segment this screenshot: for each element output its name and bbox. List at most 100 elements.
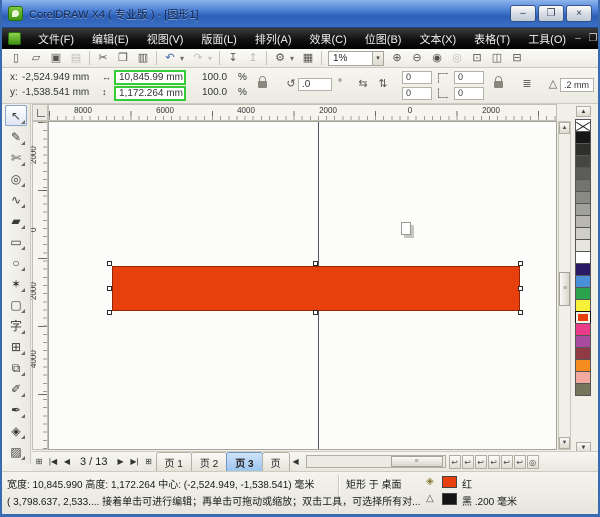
zoom-page-width-icon[interactable]: ◫ [487,50,507,66]
corner-lock-icon[interactable] [494,76,503,88]
horizontal-scroll-thumb[interactable]: ≡ [390,456,443,467]
horizontal-ruler[interactable]: 8000 6000 4000 2000 0 2000 [48,104,557,121]
zoom-out-icon[interactable]: ⊖ [407,50,427,66]
menu-item[interactable]: 排列(A) [246,29,301,49]
save-icon[interactable]: ▣ [46,50,66,66]
tool-zoom[interactable]: ◎ [5,168,27,189]
doc-minimize-button[interactable]: – [575,33,581,44]
tool-text[interactable]: 字 [5,315,27,336]
curl-button-icon[interactable]: ↩ [474,454,487,469]
corner-radius-tl-field[interactable]: 0 [402,71,432,84]
menu-item[interactable]: 编辑(E) [83,29,138,49]
tool-ellipse[interactable]: ○ [5,252,27,273]
export-icon[interactable]: ↥ [243,50,263,66]
menu-item[interactable]: 文本(X) [410,29,465,49]
copy-icon[interactable]: ❐ [113,50,133,66]
tool-freehand[interactable]: ∿ [5,189,27,210]
color-swatch[interactable] [575,383,591,396]
scroll-down-icon[interactable]: ▼ [559,437,570,449]
zoom-page-icon[interactable]: ⊡ [467,50,487,66]
scale-lock-icon[interactable] [258,76,267,88]
import-icon[interactable]: ↧ [223,50,243,66]
corner-radius-tr-field[interactable]: 0 [454,71,484,84]
outline-width-field[interactable]: .2 mm [560,78,594,92]
ruler-origin[interactable] [32,104,48,121]
vertical-scroll-thumb[interactable]: ≡ [559,272,570,306]
tool-smart-fill[interactable]: ▰ [5,210,27,231]
zoom-all-icon[interactable]: ◎ [447,50,467,66]
redo-icon[interactable]: ↷ [188,50,208,66]
cut-icon[interactable]: ✂ [93,50,113,66]
tab-scroll-left-icon[interactable]: ◀ [289,454,303,469]
redo-dropdown-icon[interactable]: ▾ [208,54,216,63]
first-page-icon[interactable]: |◀ [46,454,60,469]
menu-item[interactable]: 效果(C) [301,29,356,49]
corner-radius-br-field[interactable]: 0 [454,87,484,100]
zoom-in-icon[interactable]: ⊕ [387,50,407,66]
tool-crop[interactable]: ✄ [5,147,27,168]
menu-item[interactable]: 工具(O) [519,29,575,49]
drawing-canvas[interactable] [48,121,557,450]
close-button[interactable]: × [566,5,592,22]
mirror-horizontal-icon[interactable]: ⇆ [354,76,372,92]
horizontal-scrollbar[interactable]: ≡ [305,455,446,468]
menu-item[interactable]: 表格(T) [465,29,519,49]
vertical-scrollbar[interactable]: ▲ ≡ ▼ [558,121,571,450]
scroll-up-icon[interactable]: ▲ [559,122,570,134]
next-page-icon[interactable]: ▶ [114,454,128,469]
application-launcher-icon[interactable]: ⚙ [270,50,290,66]
curl-button-icon[interactable]: ↩ [448,454,461,469]
selection-handle[interactable] [518,310,523,315]
vertical-ruler[interactable]: 2000 0 2000 4000 [29,121,48,450]
tool-basic-shapes[interactable]: ▢ [5,294,27,315]
page-tab[interactable]: 页 3 [226,452,263,471]
selection-handle[interactable] [313,310,318,315]
menu-item[interactable]: 文件(F) [29,29,83,49]
selection-handle[interactable] [518,261,523,266]
add-page-icon[interactable]: ⊞ [32,454,46,469]
corner-radius-bl-field[interactable]: 0 [402,87,432,100]
x-position-field[interactable]: -2,524.949 mm [22,72,89,85]
palette-scroll-up-icon[interactable]: ▲ [576,106,591,117]
zoom-combo-dropdown-icon[interactable]: ▾ [372,51,383,65]
selected-rectangle[interactable] [112,266,520,311]
selection-handle[interactable] [107,286,112,291]
mirror-vertical-icon[interactable]: ⇅ [374,76,392,92]
launcher-dropdown-icon[interactable]: ▾ [290,54,298,63]
zoom-selected-icon[interactable]: ◉ [427,50,447,66]
tool-table[interactable]: ⊞ [5,336,27,357]
print-icon[interactable]: ▤ [66,50,86,66]
selection-handle[interactable] [313,261,318,266]
minimize-button[interactable]: – [510,5,536,22]
selection-handle[interactable] [107,261,112,266]
tool-rectangle[interactable]: ▭ [5,231,27,252]
tool-outline-pen[interactable]: ✒ [5,399,27,420]
tool-blend[interactable]: ⧉ [5,357,27,378]
tool-polygon[interactable]: ✶ [5,273,27,294]
fullscreen-preview-icon[interactable]: ▦ [298,50,318,66]
last-page-icon[interactable]: ▶| [128,454,142,469]
previous-page-icon[interactable]: ◀ [60,454,74,469]
tool-interactive-fill[interactable]: ▨ [5,441,27,462]
tool-pick[interactable]: ↖ [5,105,27,126]
curl-button-icon[interactable]: ↩ [500,454,513,469]
doc-restore-button[interactable]: ❐ [589,33,598,44]
scale-x-field[interactable]: 100.0 [202,72,227,85]
open-icon[interactable]: ▱ [26,50,46,66]
menu-item[interactable]: 视图(V) [138,29,193,49]
rotation-angle-field[interactable]: .0 [298,78,332,91]
zoom-page-height-icon[interactable]: ⊟ [507,50,527,66]
navigator-icon[interactable]: ◎ [526,454,539,469]
add-page-icon[interactable]: ⊞ [142,454,156,469]
tool-eyedropper[interactable]: ✐ [5,378,27,399]
restore-button[interactable]: ❐ [538,5,564,22]
paste-icon[interactable]: ▥ [133,50,153,66]
scale-y-field[interactable]: 100.0 [202,87,227,100]
y-position-field[interactable]: -1,538.541 mm [22,87,89,100]
menu-item[interactable]: 版面(L) [192,29,245,49]
object-height-field[interactable]: 1,172.264 mm [114,86,186,101]
tool-shape[interactable]: ✎ [5,126,27,147]
page-tab[interactable]: 页 [261,452,290,471]
selection-handle[interactable] [518,286,523,291]
selection-handle[interactable] [107,310,112,315]
